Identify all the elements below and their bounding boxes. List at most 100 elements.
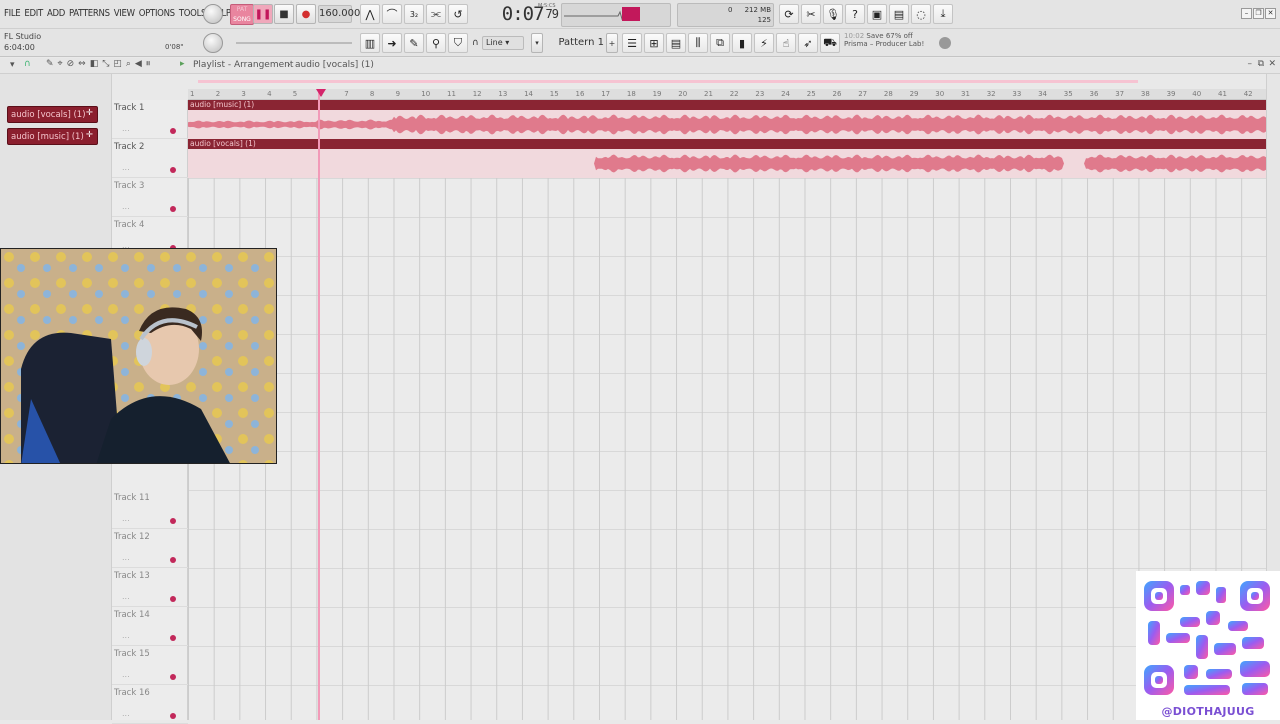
plugin-icon[interactable]: ▮	[732, 33, 752, 53]
news-text: Save 67% off	[866, 32, 913, 40]
playhead[interactable]	[318, 89, 320, 720]
track-header[interactable]: Track 11...	[112, 490, 188, 529]
stamp-icon[interactable]: ⛉	[448, 33, 468, 53]
ruler-tick-label: 7	[344, 90, 349, 98]
help-icon[interactable]: ?	[845, 4, 865, 24]
playlist-detach-icon[interactable]: ⧉	[1258, 59, 1264, 69]
wait-input-icon[interactable]: ⌒	[382, 4, 402, 24]
timeline-ruler[interactable]: 1 2 3 4 5 6 7 8 9 10 11 12 13 14 15 16 17 18 19 20 21 22 23 24 2…	[188, 89, 1266, 100]
piano-icon[interactable]: ▥	[360, 33, 380, 53]
render-icon[interactable]: ▤	[889, 4, 909, 24]
playlist-menu-icon[interactable]: ▾	[10, 60, 15, 70]
menu-options[interactable]: OPTIONS	[139, 8, 175, 19]
app-time: 6:04:00	[4, 43, 35, 52]
metronome-icon[interactable]: ⋀	[360, 4, 380, 24]
menu-edit[interactable]: EDIT	[24, 8, 43, 19]
playhead-marker-icon[interactable]	[316, 89, 326, 97]
playlist-close-icon[interactable]: ✕	[1268, 59, 1276, 69]
pencil-icon[interactable]: ✎	[404, 33, 424, 53]
playlist-min-icon[interactable]: –	[1248, 59, 1253, 69]
track-header[interactable]: Track 15...	[112, 646, 188, 685]
track-mute-icon[interactable]	[170, 713, 176, 719]
master-volume-knob[interactable]	[203, 4, 223, 24]
touch-icon[interactable]: ☝	[776, 33, 796, 53]
track-mute-icon[interactable]	[170, 557, 176, 563]
record-button[interactable]: ●	[296, 4, 316, 24]
cart-icon[interactable]: ⛟	[820, 33, 840, 53]
track-mute-icon[interactable]	[170, 167, 176, 173]
track-mute-icon[interactable]	[170, 206, 176, 212]
track-header[interactable]: Track 12...	[112, 529, 188, 568]
picker-clip-vocals[interactable]: audio [vocals] (1) ✛	[7, 106, 98, 123]
clip-music[interactable]: audio [music] (1)	[188, 100, 1266, 139]
ruler-tick-label: 14	[524, 90, 534, 98]
ruler-tick-label: 25	[806, 90, 816, 98]
arrow-right-icon[interactable]: ➜	[382, 33, 402, 53]
chat-icon[interactable]: ◌	[911, 4, 931, 24]
track-header[interactable]: Track 1...	[112, 100, 188, 139]
playlist-current-clip[interactable]: audio [vocals] (1)	[295, 60, 374, 70]
piano-roll-icon[interactable]: ▤	[666, 33, 686, 53]
news-panel[interactable]: 10:02 Save 67% off Prisma – Producer Lab…	[844, 32, 954, 54]
track-header[interactable]: Track 13...	[112, 568, 188, 607]
menu-view[interactable]: VIEW	[114, 8, 135, 19]
song-pat-toggle[interactable]: PAT SONG	[230, 4, 254, 25]
menu-file[interactable]: FILE	[4, 8, 21, 19]
ruler-tick-label: 27	[858, 90, 868, 98]
add-pattern-icon[interactable]: +	[606, 33, 618, 53]
step-edit-icon[interactable]: ⫘	[426, 4, 446, 24]
picker-clip-music[interactable]: audio [music] (1) ✛	[7, 128, 98, 145]
menu-patterns[interactable]: PATTERNS	[69, 8, 110, 19]
magnet-green-icon[interactable]: ∩	[24, 59, 31, 69]
time-sub: 79	[545, 7, 559, 21]
link-icon[interactable]: ⚲	[426, 33, 446, 53]
track-mute-icon[interactable]	[170, 518, 176, 524]
track-header[interactable]: Track 16...	[112, 685, 188, 724]
plug-icon[interactable]: ⚡	[754, 33, 774, 53]
main-menu: FILE EDIT ADD PATTERNS VIEW OPTIONS TOOL…	[4, 8, 231, 19]
track-mute-icon[interactable]	[170, 128, 176, 134]
pause-button[interactable]: ❚❚	[253, 4, 273, 24]
close-icon[interactable]: ✕	[1265, 8, 1276, 19]
ruler-tick-label: 18	[626, 90, 636, 98]
loop-record-icon[interactable]: ↺	[448, 4, 468, 24]
ruler-tick-label: 8	[369, 90, 375, 98]
pattern-dropdown-icon[interactable]: ▾	[531, 33, 543, 53]
track-header[interactable]: Track 2...	[112, 139, 188, 178]
tool-icons[interactable]: ✎⌖⊘⇔◧⤡◰⌕◀⏸	[46, 59, 154, 69]
track-header[interactable]: Track 3...	[112, 178, 188, 217]
track-header[interactable]: Track 14...	[112, 607, 188, 646]
share-icon[interactable]: ➶	[798, 33, 818, 53]
track-mute-icon[interactable]	[170, 596, 176, 602]
menu-add[interactable]: ADD	[47, 8, 65, 19]
tempo-display[interactable]: 160.000	[318, 5, 360, 23]
cut-icon[interactable]: ✂	[801, 4, 821, 24]
undo-history-icon[interactable]: ⟳	[779, 4, 799, 24]
channel-rack-icon[interactable]: ⊞	[644, 33, 664, 53]
track-name: Track 13	[114, 571, 150, 581]
horizontal-scrollbar[interactable]	[188, 74, 1266, 89]
mixer-icon[interactable]: ⫼	[688, 33, 708, 53]
track-dots-icon: ...	[122, 553, 130, 562]
master-pitch-knob[interactable]	[203, 33, 223, 53]
snap-select[interactable]: Line ▾	[482, 36, 524, 50]
position-slider[interactable]	[236, 42, 352, 44]
stop-button[interactable]: ■	[274, 4, 294, 24]
globe-icon[interactable]	[939, 37, 951, 49]
secondary-toolbar: FL Studio 6:04:00 0'08" ▥ ➜ ✎ ⚲ ⛉ ∩ Line…	[0, 29, 1280, 57]
track-mute-icon[interactable]	[170, 635, 176, 641]
clip-vocals[interactable]: audio [vocals] (1)	[188, 139, 1266, 178]
browser-icon[interactable]: ⧉	[710, 33, 730, 53]
save-icon[interactable]: ▣	[867, 4, 887, 24]
countdown-icon[interactable]: 3₂	[404, 4, 424, 24]
playlist-icon[interactable]: ☰	[622, 33, 642, 53]
restore-icon[interactable]: ❐	[1253, 8, 1264, 19]
track-name: Track 14	[114, 610, 150, 620]
track-mute-icon[interactable]	[170, 674, 176, 680]
minimize-icon[interactable]: –	[1241, 8, 1252, 19]
download-icon[interactable]: ⤓	[933, 4, 953, 24]
pattern-selector[interactable]: Pattern 1	[548, 37, 604, 48]
playlist-grid[interactable]	[188, 100, 1266, 720]
microphone-icon[interactable]: 🎙	[823, 4, 843, 24]
ruler-tick-label: 40	[1192, 90, 1202, 98]
